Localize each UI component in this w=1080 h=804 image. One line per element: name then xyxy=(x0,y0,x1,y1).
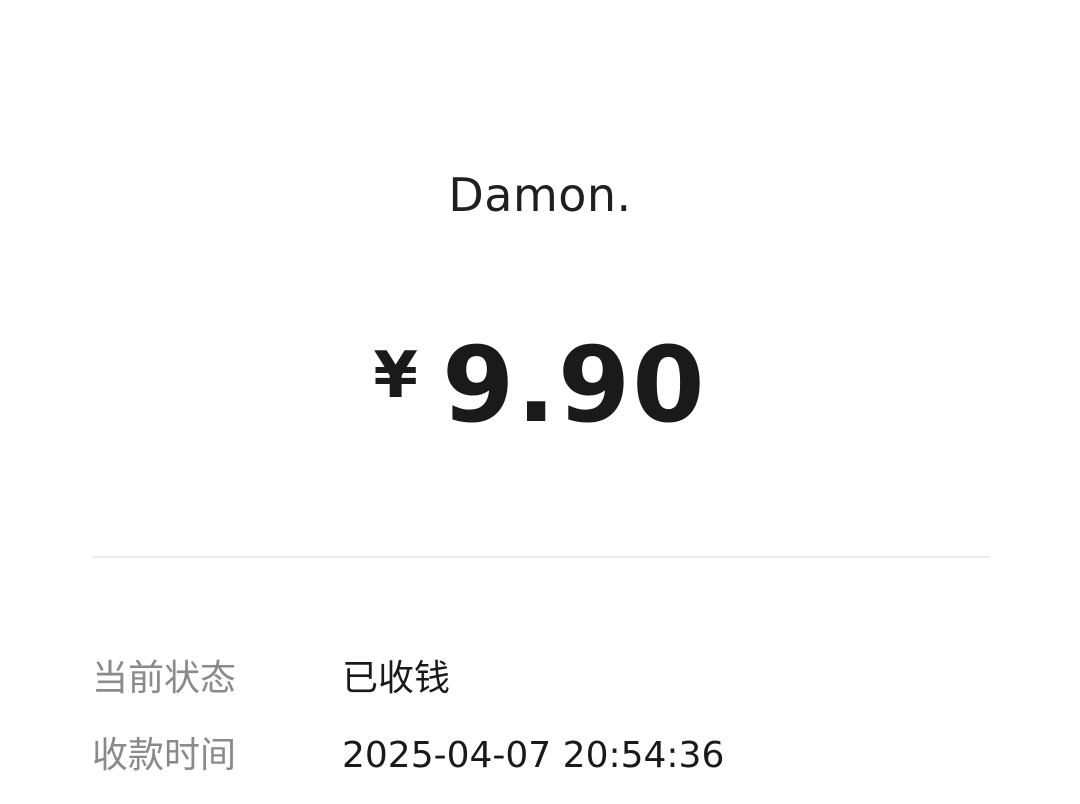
divider xyxy=(92,556,990,558)
status-label: 当前状态 xyxy=(92,658,237,699)
time-label: 收款时间 xyxy=(92,735,237,776)
amount-value: 9.90 xyxy=(441,324,707,446)
payer-name: Damon. xyxy=(448,168,632,222)
time-value: 2025-04-07 20:54:36 xyxy=(342,735,725,776)
amount-display: ¥9.90 xyxy=(0,330,1080,440)
status-value: 已收钱 xyxy=(342,658,451,699)
currency-symbol: ¥ xyxy=(373,339,418,413)
